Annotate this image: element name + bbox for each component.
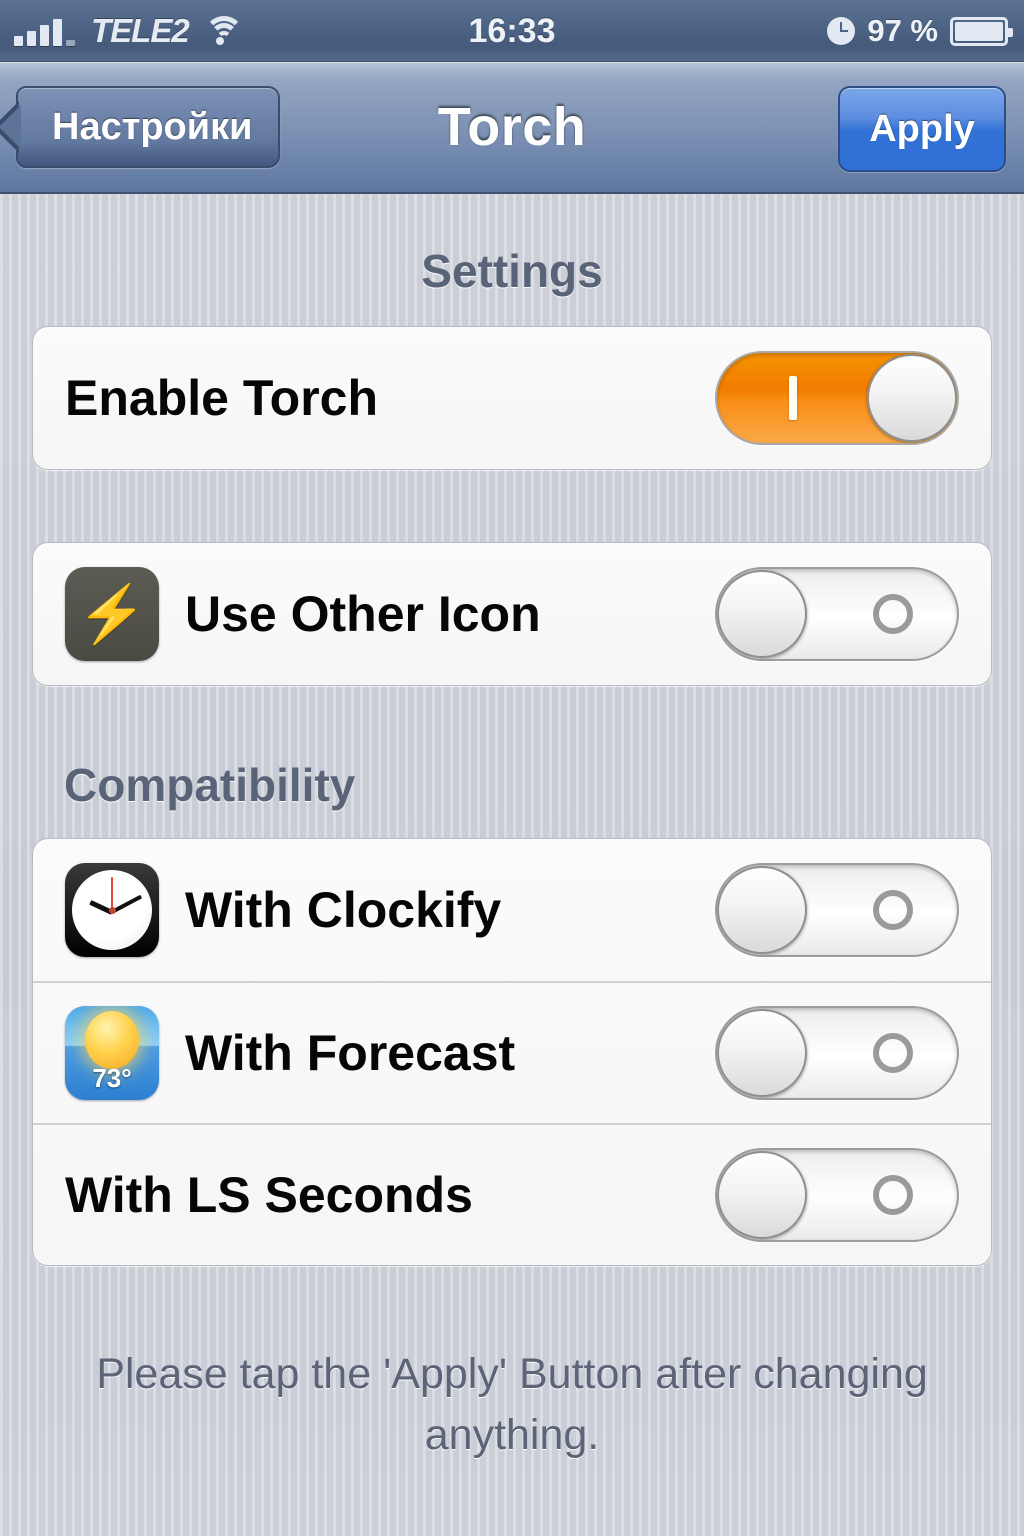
settings-group-1: Enable Torch: [32, 326, 992, 470]
toggle-knob: [717, 866, 807, 954]
footer-note: Please tap the 'Apply' Button after chan…: [96, 1350, 928, 1460]
row-label-with-ls-seconds: With LS Seconds: [65, 1167, 473, 1223]
settings-content: Settings Enable Torch ⚡ Use Other Icon C…: [0, 244, 1024, 1466]
clock-center-pin: [108, 906, 116, 914]
toggle-with-ls-seconds[interactable]: [715, 1148, 959, 1242]
toggle-with-forecast[interactable]: [715, 1006, 959, 1100]
row-with-ls-seconds[interactable]: With LS Seconds: [33, 1123, 991, 1265]
clock-face: [72, 870, 152, 950]
toggle-off-mark-icon: [873, 594, 913, 634]
battery-icon: [950, 16, 1013, 46]
navigation-bar: Настройки Torch Apply: [0, 62, 1024, 194]
toggle-knob: [717, 1009, 807, 1097]
apply-button[interactable]: Apply: [838, 86, 1006, 172]
row-label-with-forecast: With Forecast: [185, 1025, 516, 1081]
clock-second-hand: [111, 877, 113, 911]
row-label-enable-torch: Enable Torch: [65, 370, 379, 426]
weather-temperature-label: 73°: [92, 1063, 132, 1093]
toggle-use-other-icon[interactable]: [715, 567, 959, 661]
clock-minute-hand: [111, 894, 143, 914]
apply-button-label: Apply: [869, 107, 975, 150]
row-label-use-other-icon: Use Other Icon: [185, 586, 541, 642]
lightning-bolt-icon: ⚡: [65, 567, 159, 661]
settings-group-2: ⚡ Use Other Icon: [32, 542, 992, 686]
toggle-knob: [717, 570, 807, 658]
sun-icon: [85, 1010, 139, 1069]
iphone-screen: TELE2 16:33 97 % Настройки Torch Apply S…: [0, 0, 1024, 1536]
toggle-on-mark-icon: [789, 376, 797, 420]
toggle-off-mark-icon: [873, 890, 913, 930]
section-header-compatibility: Compatibility: [64, 759, 356, 811]
row-label-with-clockify: With Clockify: [185, 882, 502, 938]
row-with-clockify[interactable]: With Clockify: [33, 839, 991, 981]
back-button-label: Настройки: [52, 105, 253, 148]
lightning-bolt-glyph: ⚡: [77, 582, 147, 645]
toggle-knob: [717, 1151, 807, 1239]
toggle-enable-torch[interactable]: [715, 351, 959, 445]
toggle-off-mark-icon: [873, 1175, 913, 1215]
weather-app-icon: 73°: [65, 1006, 159, 1100]
row-enable-torch[interactable]: Enable Torch: [33, 327, 991, 469]
row-with-forecast[interactable]: 73° With Forecast: [33, 981, 991, 1123]
compatibility-group: With Clockify 73° With Forecast With LS …: [32, 838, 992, 1266]
row-use-other-icon[interactable]: ⚡ Use Other Icon: [33, 543, 991, 685]
section-header-settings: Settings: [421, 245, 603, 297]
status-bar-right: 97 %: [827, 0, 1013, 62]
toggle-off-mark-icon: [873, 1033, 913, 1073]
clock-app-icon: [65, 863, 159, 957]
battery-percent-label: 97 %: [867, 13, 938, 48]
status-bar: TELE2 16:33 97 %: [0, 0, 1024, 62]
alarm-clock-icon: [827, 17, 856, 45]
toggle-knob: [867, 354, 957, 442]
toggle-with-clockify[interactable]: [715, 863, 959, 957]
